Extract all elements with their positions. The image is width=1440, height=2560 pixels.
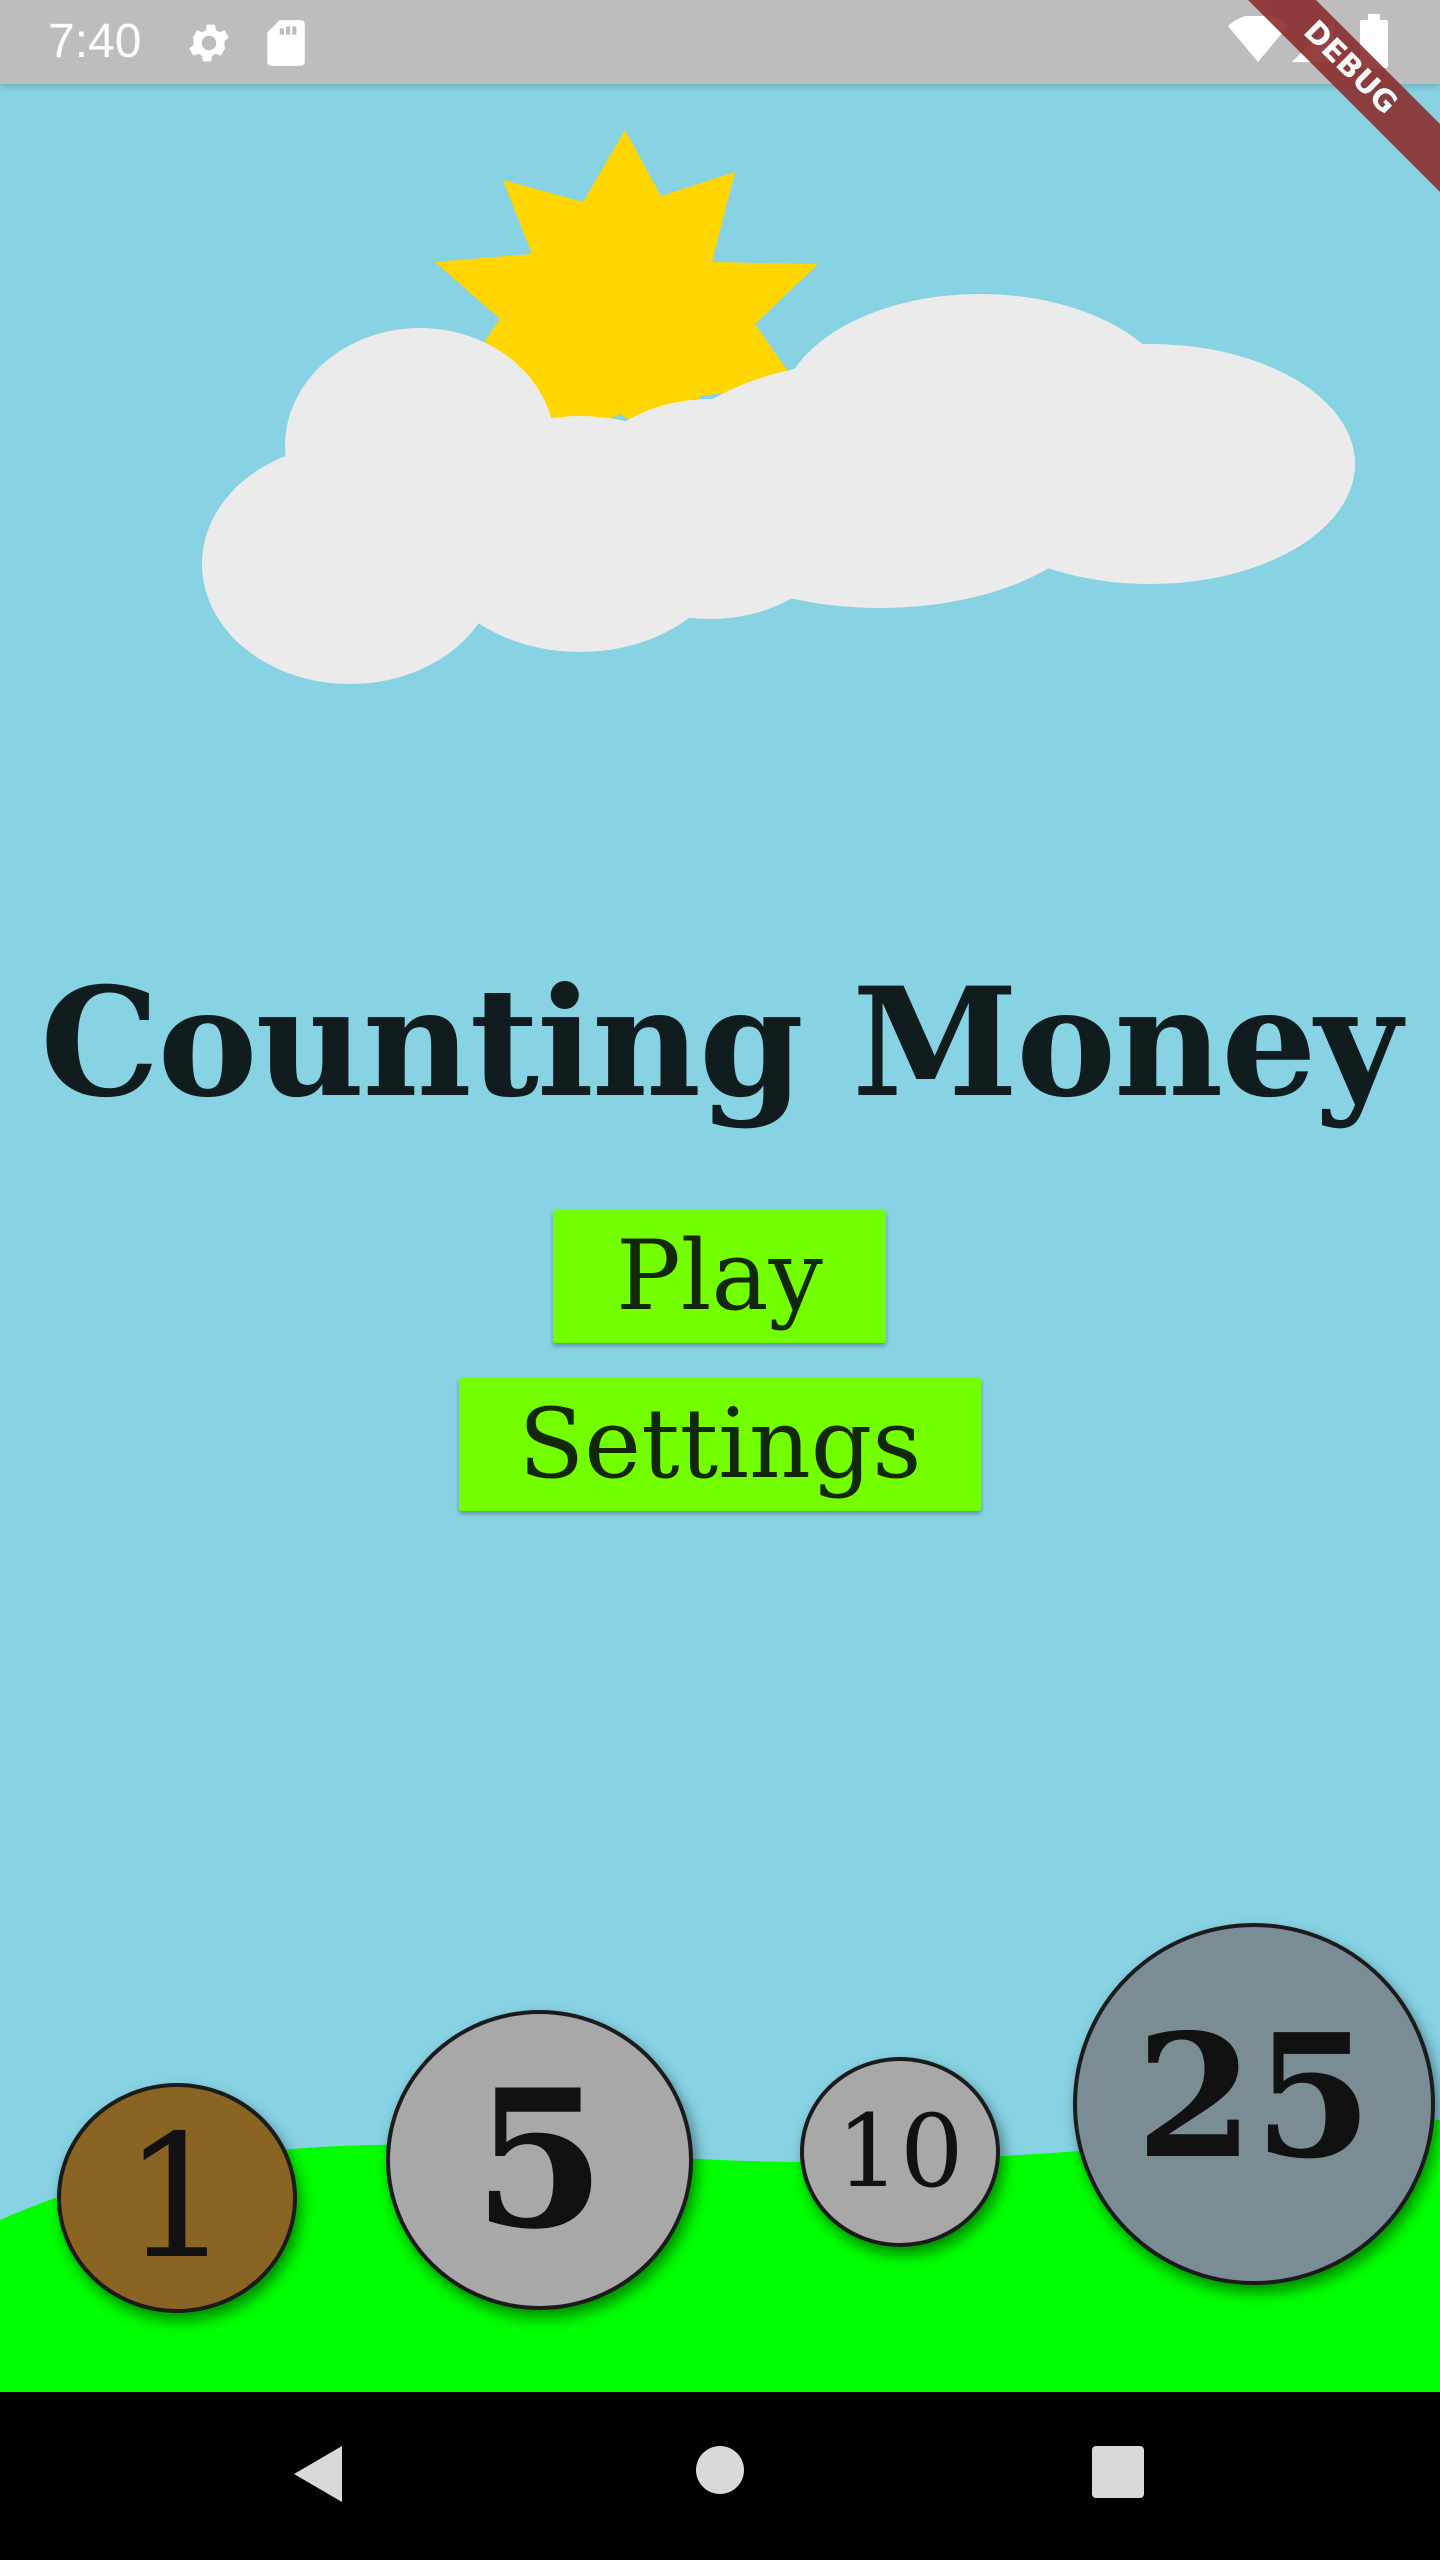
settings-icon (184, 18, 234, 72)
sd-card-icon (264, 18, 308, 72)
navigation-bar (0, 2392, 1440, 2560)
app-title: Counting Money (40, 955, 1402, 1131)
coin-25-cent: 25 (1073, 1923, 1435, 2285)
recents-icon[interactable] (1092, 2446, 1144, 2502)
play-button[interactable]: Play (553, 1210, 886, 1343)
settings-button[interactable]: Settings (459, 1378, 981, 1511)
home-icon[interactable] (694, 2444, 746, 2500)
sun-cloud-illustration (202, 130, 1355, 684)
status-bar: 7:40 (0, 0, 1440, 84)
back-icon[interactable] (290, 2442, 346, 2510)
coin-5-cent: 5 (386, 2010, 693, 2310)
app-screen: 7:40 DEBUG Counting Money Play Settings … (0, 0, 1440, 2560)
status-time: 7:40 (48, 15, 142, 68)
coin-10-cent: 10 (800, 2057, 1000, 2247)
cloud-icon (202, 294, 1355, 684)
coin-1-cent: 1 (57, 2083, 297, 2313)
